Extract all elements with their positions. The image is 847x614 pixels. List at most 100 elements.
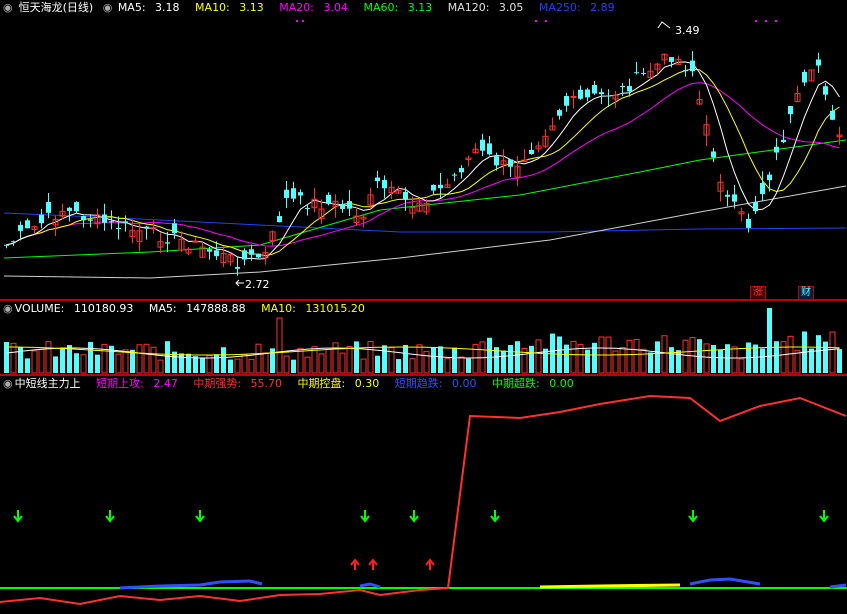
candle bbox=[256, 253, 261, 258]
volume-bar bbox=[829, 331, 836, 374]
volume-bar bbox=[115, 353, 122, 374]
candle bbox=[606, 95, 611, 97]
volume-bar bbox=[241, 353, 248, 374]
candle bbox=[620, 85, 625, 87]
candle bbox=[816, 59, 821, 66]
volume-chart[interactable] bbox=[0, 301, 847, 375]
volume-bar bbox=[452, 347, 457, 373]
limit-up-badge[interactable]: 涨 bbox=[750, 286, 766, 300]
volume-bar bbox=[529, 345, 534, 373]
volume-bar bbox=[780, 341, 787, 374]
candle bbox=[529, 149, 534, 155]
candle bbox=[11, 241, 16, 243]
high-price-label: 3.49 bbox=[675, 24, 700, 37]
low-price-label: 2.72 bbox=[245, 278, 270, 291]
volume-bar bbox=[221, 347, 226, 373]
volume-bar bbox=[787, 335, 794, 374]
volume-bar bbox=[438, 346, 443, 373]
volume-bar bbox=[95, 354, 100, 373]
low-price-marker: 2.72 bbox=[235, 278, 270, 291]
candle bbox=[690, 60, 695, 72]
volume-bar bbox=[60, 347, 65, 373]
candle bbox=[508, 159, 513, 167]
volume-bar bbox=[403, 345, 408, 373]
candle bbox=[669, 57, 674, 62]
candle bbox=[291, 188, 296, 199]
financial-badge[interactable]: 财 bbox=[798, 286, 814, 300]
candle bbox=[102, 214, 107, 223]
ma250-line bbox=[3, 212, 847, 233]
volume-bar bbox=[74, 353, 79, 373]
short-fall-line bbox=[829, 583, 847, 589]
candle bbox=[382, 180, 387, 189]
short-fall-line bbox=[119, 579, 263, 590]
candle bbox=[438, 184, 443, 189]
candle bbox=[39, 214, 44, 224]
candle bbox=[88, 219, 93, 221]
candle bbox=[641, 72, 646, 74]
volume-bar bbox=[150, 346, 157, 374]
volume-bar bbox=[88, 342, 93, 373]
volume-bar bbox=[676, 350, 681, 373]
candle bbox=[144, 226, 149, 228]
candle bbox=[830, 110, 835, 120]
volume-bar bbox=[283, 355, 290, 374]
volume-bar bbox=[382, 345, 387, 373]
volume-bar bbox=[570, 340, 577, 374]
candle bbox=[298, 192, 303, 196]
volume-bar bbox=[466, 358, 471, 373]
candle bbox=[823, 86, 828, 95]
candle bbox=[74, 202, 79, 212]
volume-bar bbox=[612, 350, 619, 374]
volume-bar bbox=[738, 358, 745, 374]
price-pane[interactable]: ◉ 恒天海龙(日线) ◉ MA5: 3.18 MA10: 3.13 MA20: 3… bbox=[0, 0, 847, 300]
stock-chart-window: ◉ 恒天海龙(日线) ◉ MA5: 3.18 MA10: 3.13 MA20: 3… bbox=[0, 0, 847, 614]
volume-bar bbox=[774, 341, 779, 373]
volume-bar bbox=[179, 353, 184, 373]
volume-bar bbox=[360, 358, 367, 374]
candle bbox=[165, 242, 170, 244]
price-chart[interactable]: 3.49 2.72 bbox=[0, 0, 847, 300]
volume-bar bbox=[718, 349, 723, 373]
volume-bar bbox=[682, 339, 689, 374]
volume-bar bbox=[550, 333, 555, 373]
candle bbox=[4, 244, 9, 246]
candle bbox=[452, 174, 457, 176]
volume-bar bbox=[165, 341, 170, 373]
volume-bar bbox=[157, 359, 164, 374]
short-fall-line bbox=[359, 582, 381, 589]
volume-bar bbox=[661, 335, 668, 374]
volume-pane[interactable]: ◉ VOLUME: 110180.93 MA5: 147888.88 MA10: … bbox=[0, 301, 847, 375]
volume-bar bbox=[823, 341, 828, 373]
volume-bar bbox=[816, 335, 821, 373]
volume-bar bbox=[711, 345, 716, 373]
indicator-chart[interactable] bbox=[0, 376, 847, 614]
candle bbox=[781, 139, 786, 143]
volume-bar bbox=[234, 358, 241, 374]
candle bbox=[214, 250, 219, 257]
volume-bar bbox=[487, 337, 492, 373]
indicator-pane[interactable]: ◉ 中短线主力上 短期上攻: 2.47 中期强势: 55.70 中期控盘: 0.3… bbox=[0, 376, 847, 614]
candle bbox=[634, 72, 639, 74]
volume-bar bbox=[45, 341, 52, 374]
mid-strong-line bbox=[0, 394, 847, 606]
volume-bar bbox=[193, 356, 198, 373]
candle bbox=[277, 216, 282, 223]
candle bbox=[802, 71, 807, 83]
candle bbox=[570, 95, 577, 98]
volume-bar bbox=[809, 348, 814, 373]
volume-bar bbox=[592, 342, 597, 373]
volume-bar bbox=[640, 348, 647, 374]
volume-bar bbox=[304, 356, 311, 374]
volume-bar bbox=[423, 351, 430, 374]
volume-bar bbox=[122, 349, 129, 374]
high-price-marker: 3.49 bbox=[657, 21, 700, 37]
candle bbox=[116, 227, 121, 229]
volume-bar bbox=[431, 347, 436, 373]
candle bbox=[564, 96, 569, 106]
volume-bar bbox=[458, 356, 465, 374]
volume-bar bbox=[262, 352, 269, 374]
volume-bar bbox=[837, 349, 842, 373]
candle bbox=[487, 143, 492, 155]
volume-bar bbox=[416, 344, 423, 374]
